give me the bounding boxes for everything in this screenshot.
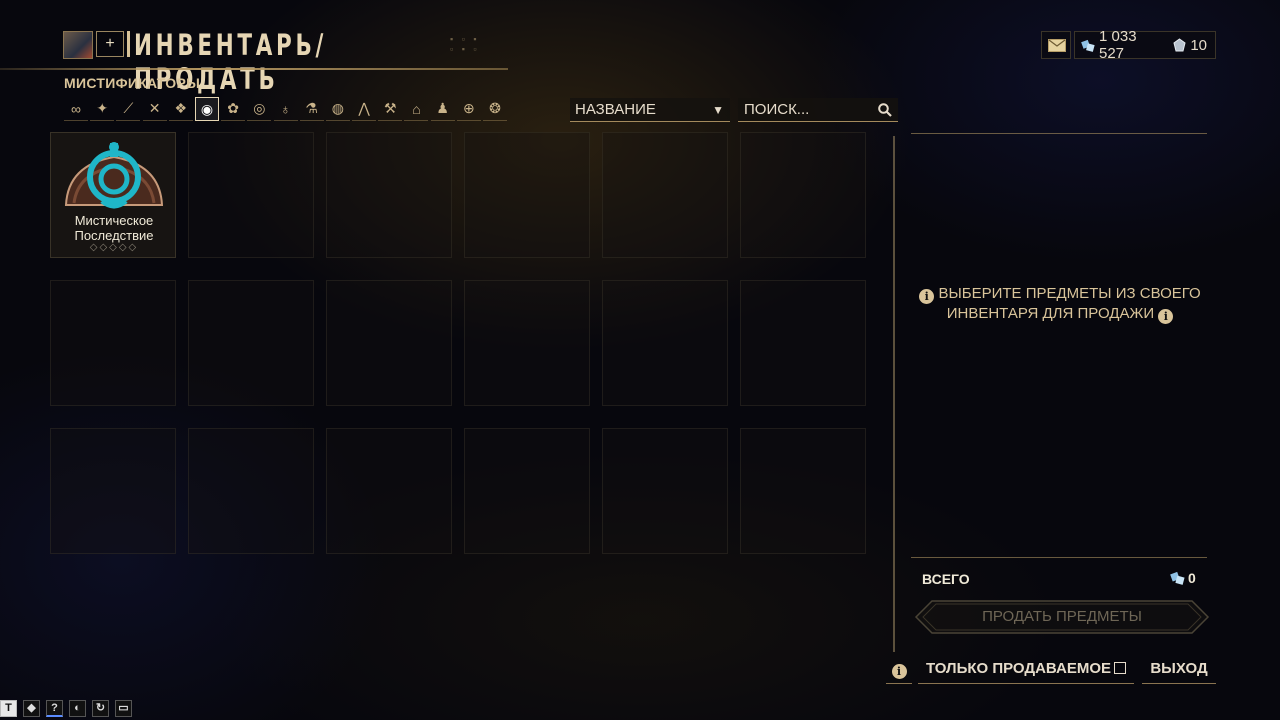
item-name: Мистическое Последствие	[51, 213, 177, 243]
exit-button[interactable]: ВЫХОД	[1142, 660, 1216, 684]
page-header: + ИНВЕНТАРЬ/ПРОДАТЬ ▪ ▫ ▪ ▫ ▪ ▫	[0, 28, 510, 96]
player-avatar[interactable]	[63, 31, 93, 59]
hint-line-1: ВЫБЕРИТЕ ПРЕДМЕТЫ ИЗ СВОЕГО	[938, 285, 1201, 302]
credits-icon	[1081, 38, 1096, 53]
only-sellable-toggle[interactable]: ТОЛЬКО ПРОДАВАЕМОЕ	[918, 660, 1134, 684]
total-label: ВСЕГО	[922, 571, 970, 587]
item-card[interactable]: Мистическое Последствие ◇◇◇◇◇	[50, 132, 176, 258]
shield-icon[interactable]: ◆	[23, 700, 40, 717]
info-icon: i	[1158, 309, 1174, 324]
arcane-icon[interactable]: ◉	[194, 97, 219, 121]
wings-icon[interactable]: ⋀	[352, 97, 377, 121]
mask-icon[interactable]: ◍	[325, 97, 350, 121]
inventory-grid: Мистическое Последствие ◇◇◇◇◇	[50, 132, 872, 556]
inventory-slot[interactable]	[464, 280, 590, 406]
sort-dropdown[interactable]: НАЗВАНИЕ ▼	[570, 98, 730, 122]
inventory-slot[interactable]	[188, 428, 314, 554]
mail-icon	[1048, 39, 1066, 52]
primary-weapon-icon[interactable]: ⟋	[116, 97, 141, 121]
window-icon[interactable]: ▭	[115, 700, 132, 717]
hint-line-2: ИНВЕНТАРЯ ДЛЯ ПРОДАЖИ	[946, 305, 1155, 322]
panel-top-line	[911, 133, 1207, 134]
sell-hint: i ВЫБЕРИТЕ ПРЕДМЕТЫ ИЗ СВОЕГО ИНВЕНТАРЯ …	[910, 284, 1210, 324]
sell-items-label: ПРОДАТЬ ПРЕДМЕТЫ	[982, 608, 1142, 625]
info-icon: i	[891, 664, 907, 679]
all-infinity-icon[interactable]: ∞	[64, 97, 88, 121]
platinum-icon	[1172, 37, 1187, 53]
gear-ring-icon[interactable]: ◎	[247, 97, 272, 121]
help-button[interactable]: ?	[46, 700, 63, 717]
inventory-slot[interactable]	[50, 280, 176, 406]
inventory-slot[interactable]	[188, 280, 314, 406]
flower-icon[interactable]: ✿	[221, 97, 246, 121]
building-icon[interactable]: ⌂	[404, 97, 429, 121]
gems-icon[interactable]: ❂	[483, 97, 507, 121]
melee-icon[interactable]: ✕	[142, 97, 167, 121]
sell-items-button[interactable]: ПРОДАТЬ ПРЕДМЕТЫ	[914, 599, 1210, 635]
category-filter-bar: ∞ ✦ ⟋ ✕ ❖ ◉ ✿ ◎ ♁ ⚗ ◍ ⋀ ⚒ ⌂ ♟ ⊕ ❂	[64, 97, 509, 121]
warframe-icon[interactable]: ✦	[90, 97, 115, 121]
panel-divider	[893, 136, 895, 652]
item-rank: ◇◇◇◇◇	[89, 242, 139, 253]
add-button[interactable]: +	[96, 31, 124, 57]
only-sellable-label: ТОЛЬКО ПРОДАВАЕМОЕ	[925, 660, 1112, 677]
inventory-slot[interactable]	[740, 280, 866, 406]
title-accent-bar	[127, 31, 130, 57]
inventory-slot[interactable]	[602, 428, 728, 554]
search-icon	[878, 103, 892, 117]
only-sellable-checkbox[interactable]	[1114, 662, 1127, 674]
figure-icon[interactable]: ♟	[430, 97, 455, 121]
inventory-slot[interactable]	[326, 280, 452, 406]
item-name-line-1: Мистическое	[74, 213, 154, 228]
panel-mid-line	[911, 557, 1207, 558]
inventory-slot[interactable]	[602, 132, 728, 258]
globe-icon[interactable]: ⊕	[456, 97, 481, 121]
info-icon: i	[919, 289, 935, 304]
inventory-slot[interactable]	[188, 132, 314, 258]
chevron-down-icon: ▼	[712, 103, 724, 117]
companion-icon[interactable]: ❖	[168, 97, 193, 121]
inventory-slot[interactable]	[740, 132, 866, 258]
inventory-slot[interactable]	[50, 428, 176, 554]
item-name-line-2: Последствие	[74, 228, 154, 243]
category-label: МИСТИФИКАТОРЫ	[64, 75, 201, 91]
info-button[interactable]: i	[886, 660, 912, 684]
inventory-slot[interactable]	[326, 428, 452, 554]
search-placeholder: ПОИСК...	[744, 101, 810, 118]
inventory-slot[interactable]	[326, 132, 452, 258]
refresh-icon[interactable]: ↻	[92, 700, 109, 717]
inventory-slot[interactable]	[464, 132, 590, 258]
title-decoration: ▪ ▫ ▪ ▫ ▪ ▫	[450, 34, 480, 54]
resource-icon[interactable]: ⚗	[299, 97, 324, 121]
tool-icon[interactable]: ⚒	[378, 97, 403, 121]
inbox-button[interactable]	[1041, 31, 1071, 59]
header-underline	[0, 68, 508, 70]
system-tray: T ◆ ? ◐ ↻ ▭	[0, 700, 138, 718]
inventory-slot[interactable]	[740, 428, 866, 554]
credits-icon	[1170, 571, 1185, 585]
currency-display: 1 033 527 10	[1074, 28, 1216, 62]
platinum-amount: 10	[1190, 36, 1207, 54]
inventory-slot[interactable]	[602, 280, 728, 406]
search-input[interactable]: ПОИСК...	[738, 98, 898, 122]
total-amount: 0	[1188, 570, 1196, 586]
total-value: 0	[1170, 570, 1196, 586]
arcane-aftermath-icon	[64, 142, 164, 209]
credits-amount: 1 033 527	[1099, 28, 1137, 62]
key-icon[interactable]: ♁	[273, 97, 298, 121]
codex-icon[interactable]: ◐	[69, 700, 86, 717]
text-chat-button[interactable]: T	[0, 700, 17, 717]
inventory-slot[interactable]	[464, 428, 590, 554]
sort-label: НАЗВАНИЕ	[575, 101, 656, 118]
